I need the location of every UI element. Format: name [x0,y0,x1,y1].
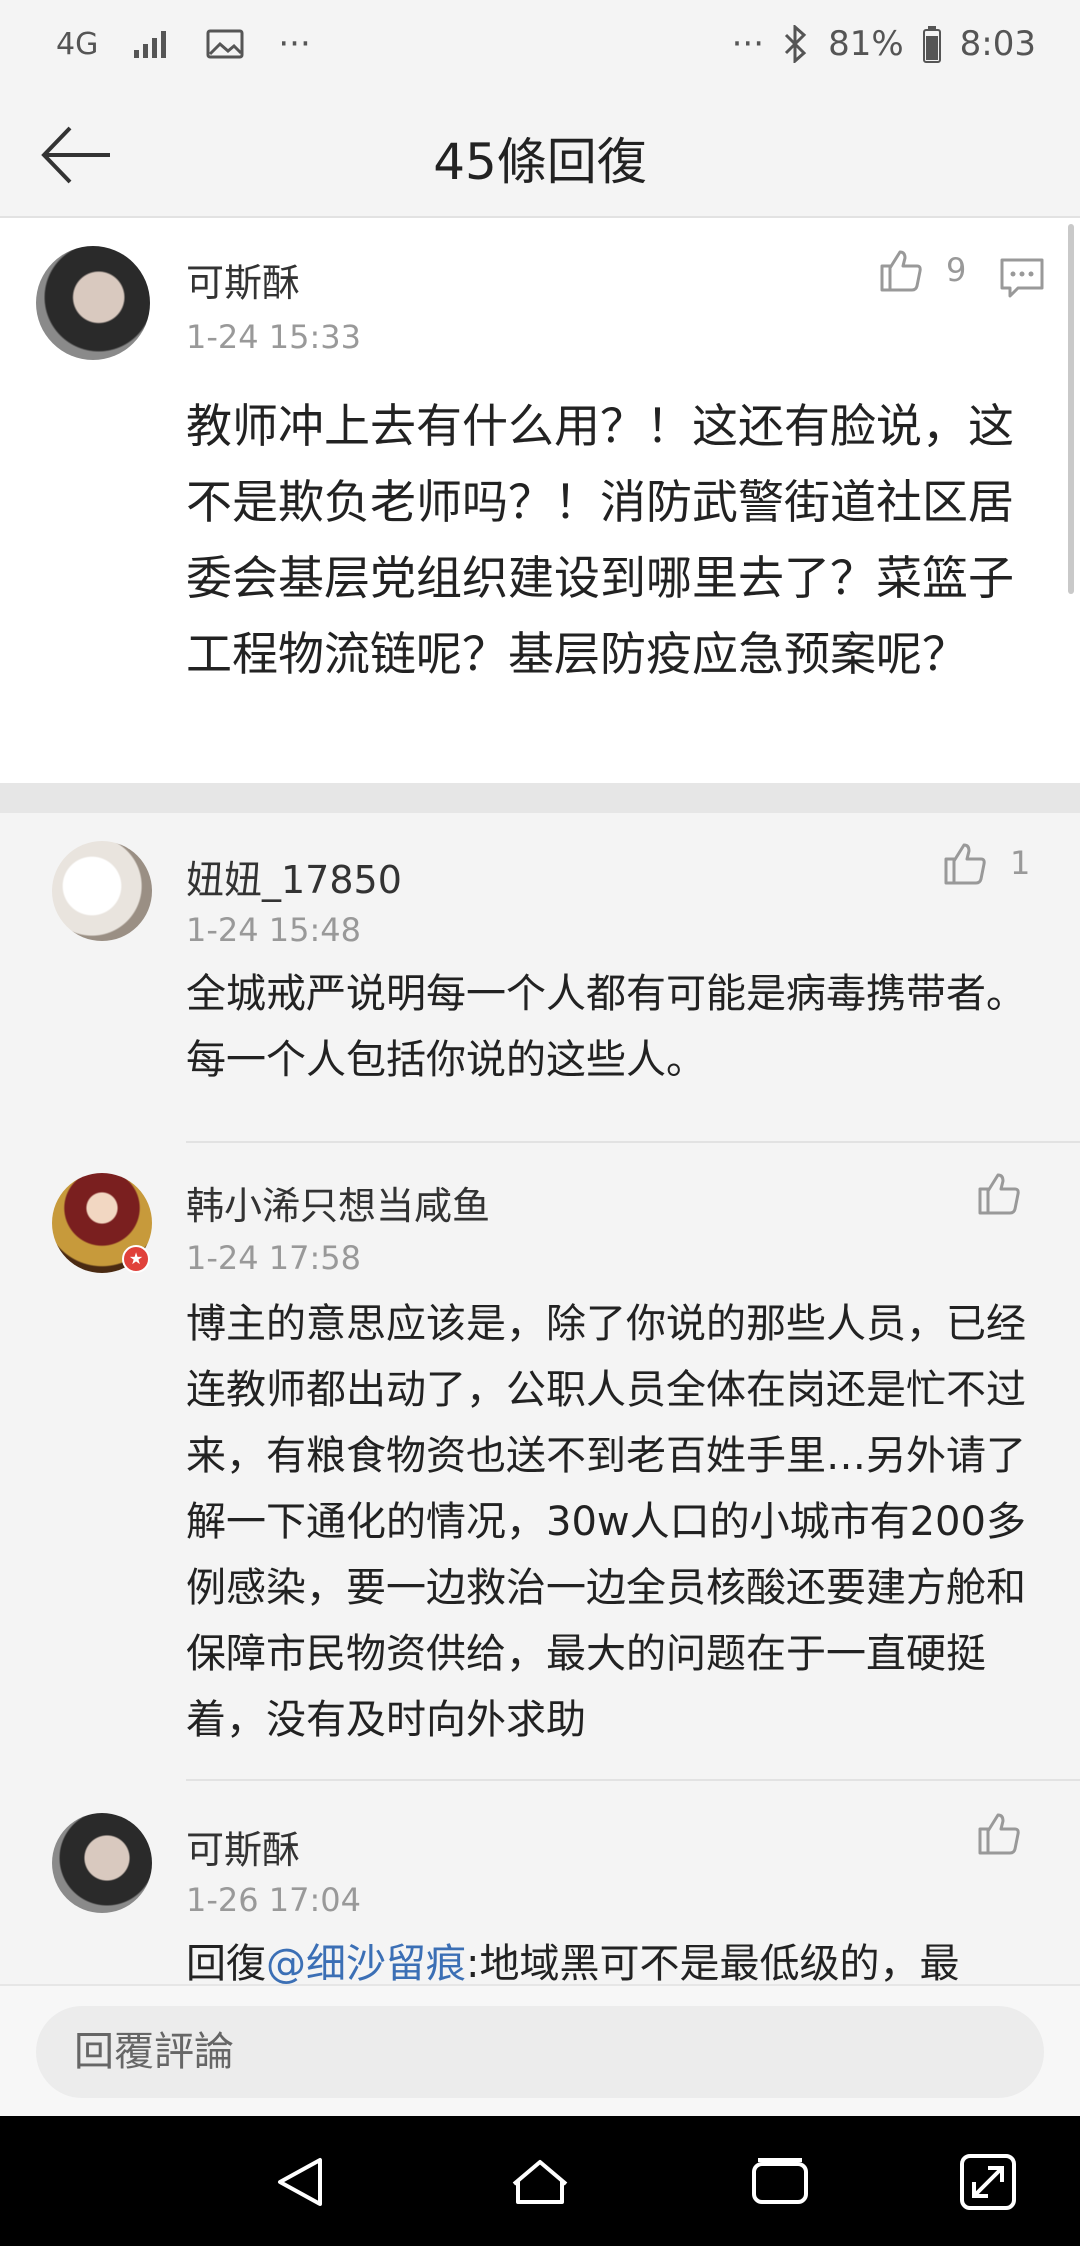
recent-apps-icon[interactable] [748,2150,812,2214]
reply-text: 博主的意思应该是，除了你说的那些人员，已经连教师都出动了，公职人员全体在岗还是忙… [186,1301,1026,1743]
reply-text: 全城戒严说明每一个人都有可能是病毒携带者。每一个人包括你说的这些人。 [186,971,1026,1083]
comment-thread[interactable]: 可斯酥 1-24 15:33 9 教师冲上去有什么用？！这还有脸说，这不是欺负老… [0,218,1080,1984]
avatar[interactable] [52,841,152,941]
reply-item: 妞妞_17850 1-24 15:48 1 全城戒严说明每一个人都有可能是病毒携… [0,813,1080,1143]
system-nav-bar [0,2116,1080,2246]
reply-author[interactable]: 可斯酥 [186,1819,300,1874]
reply-item: ★ 韩小浠只想当咸鱼 1-24 17:58 博主的意思应该是，除了你说的那些人员… [0,1143,1080,1781]
comment-author[interactable]: 可斯酥 [186,252,300,307]
like-button[interactable] [974,1169,1022,1217]
reply-time: 1-24 15:48 [186,911,362,949]
comment-time: 1-24 15:33 [186,318,362,356]
reply-input-bar: 回覆評論 [0,1984,1080,2116]
back-nav-icon[interactable] [270,2150,334,2214]
network-indicator: 4G [56,26,99,62]
reply-item: 可斯酥 1-26 17:04 回復@细沙留痕:地域黑可不是最低级的，最 [0,1781,1080,1984]
home-nav-icon[interactable] [508,2150,572,2214]
bluetooth-icon [785,25,807,63]
comment-text: 教师冲上去有什么用？！这还有脸说，这不是欺负老师吗？！消防武警街道社区居委会基层… [186,399,1014,681]
verified-badge: ★ [122,1245,150,1273]
reply-author[interactable]: 韩小浠只想当咸鱼 [186,1175,490,1230]
reply-comment-icon[interactable] [998,254,1046,302]
like-count: 1 [1010,844,1031,882]
status-bar: 4G ··· ··· 81% 8:03 [0,0,1080,92]
signal-icon [134,31,167,58]
image-icon [206,29,244,59]
like-count: 9 [946,251,967,289]
battery-percent: 81% [828,24,904,64]
reply-list: 妞妞_17850 1-24 15:48 1 全城戒严说明每一个人都有可能是病毒携… [0,813,1080,1984]
more-status: ··· [731,24,765,64]
like-button[interactable] [974,1809,1022,1857]
scrollbar[interactable] [1068,224,1074,594]
thumbs-up-icon [880,250,922,292]
thumbs-up-icon [978,1813,1020,1855]
avatar[interactable] [52,1813,152,1913]
reply-text: 回復@细沙留痕:地域黑可不是最低级的，最 [186,1931,1046,1984]
page-title: 45條回復 [433,133,647,191]
avatar[interactable] [36,246,150,360]
reply-prefix: 回復 [186,1941,266,1984]
reply-input[interactable]: 回覆評論 [36,2006,1044,2098]
thumbs-up-icon [944,843,986,885]
more-notifications: ··· [278,24,311,64]
expand-icon[interactable] [956,2150,1020,2214]
main-comment: 可斯酥 1-24 15:33 9 教师冲上去有什么用？！这还有脸说，这不是欺负老… [0,218,1080,783]
reply-time: 1-24 17:58 [186,1239,362,1277]
clock: 8:03 [959,24,1036,64]
reply-time: 1-26 17:04 [186,1881,362,1919]
section-divider [0,783,1080,813]
battery-icon [922,26,941,63]
thumbs-up-icon [978,1173,1020,1215]
like-button[interactable]: 9 [876,246,966,294]
app-bar: 45條回復 [0,92,1080,218]
mention-link[interactable]: @细沙留痕 [266,1941,466,1984]
reply-text-content: :地域黑可不是最低级的，最 [466,1941,960,1984]
reply-author[interactable]: 妞妞_17850 [186,849,402,904]
like-button[interactable]: 1 [940,839,1030,887]
